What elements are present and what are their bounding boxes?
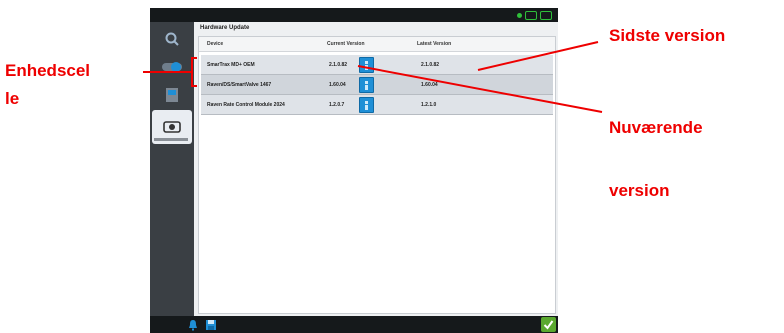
bottom-bar	[150, 316, 558, 333]
current-version: 1.60.04	[329, 82, 346, 88]
magnifier-icon[interactable]	[154, 28, 190, 50]
device-column-annotation: Enhedscel	[5, 61, 91, 80]
table-row[interactable]: Raven Rate Control Module 2024 1.2.0.7 1…	[201, 95, 553, 115]
info-button[interactable]	[359, 97, 374, 113]
checkmark-icon	[543, 320, 554, 330]
info-icon	[365, 101, 368, 104]
table-row[interactable]: SmarTrax MD+ OEM 2.1.0.82 2.1.0.82	[201, 55, 553, 75]
current-version: 1.2.0.7	[329, 102, 345, 108]
column-latest-version: Latest Version	[417, 41, 452, 47]
device-name: Raven/DS/SmartValve 1467	[207, 82, 272, 88]
table-header: Device Current Version Latest Version	[199, 37, 555, 52]
signal-status-icon	[525, 11, 537, 20]
status-bar	[150, 8, 558, 22]
battery-status-icon	[540, 11, 552, 20]
table-row[interactable]: Raven/DS/SmartValve 1467 1.60.04 1.60.04	[201, 75, 553, 95]
column-device: Device	[207, 41, 224, 47]
current-version: 2.1.0.82	[329, 62, 348, 68]
save-icon[interactable]	[204, 318, 218, 331]
sidebar	[150, 22, 194, 316]
column-current-version: Current Version	[327, 41, 365, 47]
latest-version: 2.1.0.82	[421, 62, 440, 68]
bell-icon[interactable]	[186, 318, 200, 331]
device-name: Raven Rate Control Module 2024	[207, 102, 285, 108]
current-version-annotation: Nuværende	[609, 118, 703, 137]
device-name: SmarTrax MD+ OEM	[207, 62, 255, 68]
gps-status-icon	[517, 13, 522, 18]
screen-title: Hardware Update	[200, 25, 250, 31]
info-button[interactable]	[359, 57, 374, 73]
current-version-annotation-continued: version	[609, 181, 670, 200]
latest-version-annotation: Sidste version	[609, 26, 726, 45]
device-display: Hardware Update Device Current Version L…	[150, 8, 558, 333]
confirm-button[interactable]	[541, 317, 556, 332]
device-table: Device Current Version Latest Version Sm…	[198, 36, 556, 314]
status-icons	[517, 11, 552, 20]
hardware-update-screen: Hardware Update Device Current Version L…	[194, 22, 558, 316]
toggle-icon[interactable]	[154, 56, 190, 78]
device-column-annotation-continued: le	[5, 89, 20, 108]
box-icon[interactable]	[154, 84, 190, 106]
info-button[interactable]	[359, 77, 374, 93]
sidebar-active-label	[154, 138, 188, 141]
info-icon	[365, 81, 368, 84]
info-icon	[365, 61, 368, 64]
latest-version: 1.2.1.0	[421, 102, 437, 108]
latest-version: 1.60.04	[421, 82, 438, 88]
